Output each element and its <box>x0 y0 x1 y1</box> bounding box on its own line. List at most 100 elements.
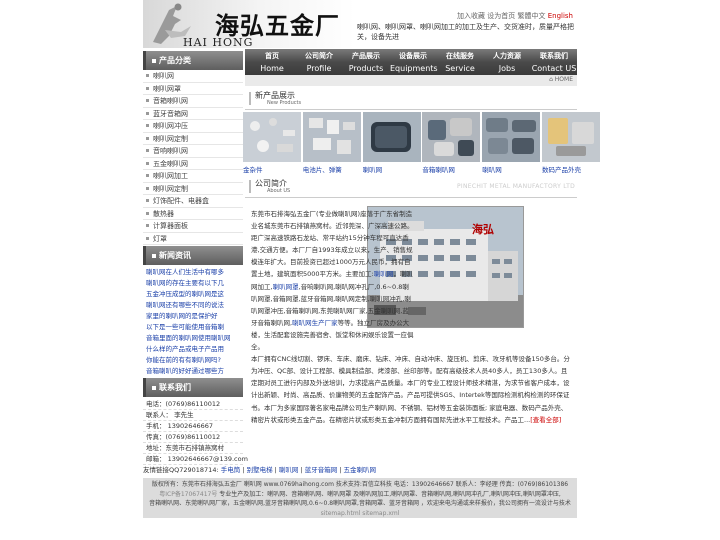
news-item[interactable]: 喇叭网在人们生活中有哪多 <box>143 267 243 278</box>
friend-link[interactable]: 蓝牙音箱网 <box>305 466 338 474</box>
home-link[interactable]: ⌂ HOME <box>549 76 573 83</box>
category-list: 喇叭网 喇叭网罩 音箱喇叭网 蓝牙音箱网 喇叭网冲压 喇叭网定制 音响喇叭网 五金喇叭网 喇叭网… <box>143 70 243 245</box>
friend-link[interactable]: 喇叭网 <box>279 466 299 474</box>
category-item[interactable]: 喇叭网冲压 <box>143 120 243 133</box>
link-speaker-mesh[interactable]: 喇叭网 <box>374 270 394 278</box>
category-item[interactable]: 喇叭网 <box>143 70 243 83</box>
sidebar: 产品分类 喇叭网 喇叭网罩 音箱喇叭网 蓝牙音箱网 喇叭网冲压 喇叭网定制 音响喇叭网 五金喇… <box>143 49 248 465</box>
product-thumbnail[interactable] <box>302 112 361 162</box>
view-all-link[interactable]: [查看全部] <box>530 416 561 424</box>
product-card[interactable]: 金杂件 <box>243 112 301 174</box>
category-item[interactable]: 音箱喇叭网 <box>143 95 243 108</box>
english-link[interactable]: English <box>548 12 573 20</box>
contact-line: 传真：(0769)86110012 <box>143 432 243 443</box>
footer: 版权所有：东莞市石排海弘五金厂 喇叭网 www.0769haihong.com … <box>143 478 577 518</box>
header: 海弘五金厂 HAI HONG 加入收藏 设为首页 繁體中文 English 喇叭… <box>143 0 577 48</box>
product-thumbnail[interactable] <box>542 112 600 162</box>
nav-item-home[interactable]: 首页 Home <box>249 49 295 75</box>
contact-line: 联系人： 李先生 <box>143 410 243 421</box>
sitemap-links[interactable]: sitemap.html sitemap.xml <box>143 509 577 519</box>
news-item[interactable]: 以下是一些可能使用音箱喇 <box>143 322 243 333</box>
link-speaker-cover[interactable]: 喇叭网罩 <box>273 283 299 291</box>
product-gallery: 金杂件 电池片、弹簧 喇叭网 音箱喇叭网 喇叭网 数码产品外壳 <box>243 112 600 176</box>
product-label[interactable]: 音箱喇叭网 <box>422 164 480 176</box>
set-homepage-link[interactable]: 设为首页 <box>487 12 515 20</box>
friend-link[interactable]: 别墅电梯 <box>247 466 273 474</box>
category-item[interactable]: 散热器 <box>143 208 243 220</box>
news-item[interactable]: 喇叭网还有哪些不同的说法 <box>143 300 243 311</box>
nav-label-cn: 产品展示 <box>352 52 380 60</box>
product-card[interactable]: 电池片、弹簧 <box>302 112 361 176</box>
about-section-subtitle: About US <box>267 188 291 194</box>
footer-services: 专业生产及加工：喇叭网、音箱喇叭网、喇叭网罩 及喇叭网加工,喇叭网罩、音箱喇叭网… <box>219 490 561 498</box>
nav-item-service[interactable]: 在线服务 Service <box>437 49 483 75</box>
news-item[interactable]: 音箱里面的喇叭网使用喇叭网 <box>143 333 243 344</box>
bullet-icon <box>152 385 156 390</box>
product-label[interactable]: 数码产品外壳 <box>542 164 600 176</box>
nav-item-jobs[interactable]: 人力资源 Jobs <box>484 49 530 75</box>
product-thumbnail[interactable] <box>362 112 421 162</box>
logo-subtitle: HAI HONG <box>183 36 254 48</box>
product-label[interactable]: 金杂件 <box>243 164 301 176</box>
news-item[interactable]: 什么样的产品或电子产品用 <box>143 344 243 355</box>
add-favorite-link[interactable]: 加入收藏 <box>457 12 485 20</box>
category-item[interactable]: 灯罩 <box>143 233 243 245</box>
news-heading: 新闻资讯 <box>143 246 243 265</box>
nav-item-contact-us[interactable]: 联系我们 Contact US <box>531 49 577 75</box>
category-item[interactable]: 喇叭网罩 <box>143 83 243 95</box>
category-item[interactable]: 音响喇叭网 <box>143 145 243 158</box>
category-item[interactable]: 喇叭网定制 <box>143 183 243 195</box>
nav-label-cn: 公司简介 <box>305 52 333 60</box>
category-item[interactable]: 喇叭网定制 <box>143 133 243 145</box>
product-card[interactable]: 喇叭网 <box>482 112 541 176</box>
products-section-subtitle: New Products <box>267 100 302 106</box>
friend-link[interactable]: 五金喇叭网 <box>344 466 377 474</box>
traditional-chinese-link[interactable]: 繁體中文 <box>517 12 545 20</box>
category-item[interactable]: 喇叭网加工 <box>143 170 243 183</box>
product-card[interactable]: 数码产品外壳 <box>542 112 600 174</box>
nav-label-en: Products <box>348 64 384 73</box>
icp-link[interactable]: 粤ICP备17067417号 <box>159 491 217 498</box>
product-label[interactable]: 喇叭网 <box>482 164 540 176</box>
news-list: 喇叭网在人们生活中有哪多 喇叭网的存在主要有以下几 五金冲压成型的喇叭网是这 喇叭网还… <box>143 265 243 377</box>
product-label[interactable]: 电池片、弹簧 <box>303 164 361 176</box>
product-thumbnail[interactable] <box>482 112 541 162</box>
nav-label-en: Home <box>260 64 284 73</box>
category-item[interactable]: 五金喇叭网 <box>143 158 243 170</box>
categories-heading: 产品分类 <box>143 51 243 70</box>
home-bar: ⌂ HOME <box>245 75 577 86</box>
nav-label-cn: 在线服务 <box>446 52 474 60</box>
bullet-icon <box>152 253 156 258</box>
contact-heading: 联系我们 <box>143 378 243 397</box>
nav-item-profile[interactable]: 公司简介 Profile <box>296 49 342 75</box>
product-thumbnail[interactable] <box>422 112 481 162</box>
contact-line: 电话：(0769)86110012 <box>143 399 243 410</box>
nav-label-en: Profile <box>306 64 332 73</box>
top-links: 加入收藏 设为首页 繁體中文 English <box>457 11 573 21</box>
product-label[interactable]: 喇叭网 <box>363 164 421 176</box>
category-item[interactable]: 蓝牙音箱网 <box>143 108 243 120</box>
product-card[interactable]: 音箱喇叭网 <box>422 112 481 176</box>
logo[interactable]: 海弘五金厂 HAI HONG <box>143 0 355 48</box>
news-item[interactable]: 音箱喇叭的好好通过哪些方 <box>143 366 243 377</box>
nav-label-cn: 人力资源 <box>493 52 521 60</box>
category-item[interactable]: 计算器面板 <box>143 220 243 233</box>
nav-item-equipments[interactable]: 设备展示 Equipments <box>390 49 438 75</box>
tagline: 喇叭网、喇叭网罩、喇叭网加工的加工及生产、交货准时，质量严格把关，设备先进 <box>357 23 574 41</box>
footer-services-more: 音箱喇叭网、东莞喇叭网厂家，五金喇叭网,蓝牙音箱喇叭网,0.6~0.8喇叭网罩,… <box>149 500 571 507</box>
news-item[interactable]: 喇叭网的存在主要有以下几 <box>143 278 243 289</box>
news-item[interactable]: 你能在前的有有喇叭网吗? <box>143 355 243 366</box>
product-card[interactable]: 喇叭网 <box>362 112 421 176</box>
category-item[interactable]: 灯饰配件、电器盒 <box>143 195 243 208</box>
friend-link[interactable]: 手电筒 <box>221 466 241 474</box>
contact-line: 手机： 13902646667 <box>143 421 243 432</box>
nav-item-products[interactable]: 产品展示 Products <box>343 49 389 75</box>
news-item[interactable]: 家里的喇叭网的是保护好 <box>143 311 243 322</box>
nav-label-en: Contact US <box>531 64 577 73</box>
company-watermark: PINECHIT METAL MANUFACTORY LTD <box>456 183 575 190</box>
link-manufacturer[interactable]: 喇叭网生产厂家 <box>292 319 338 327</box>
product-thumbnail[interactable] <box>243 112 301 162</box>
nav-label-cn: 联系我们 <box>540 52 568 60</box>
about-section-header: 公司简介 About US PINECHIT METAL MANUFACTORY… <box>245 176 577 198</box>
news-item[interactable]: 五金冲压成型的喇叭网是这 <box>143 289 243 300</box>
